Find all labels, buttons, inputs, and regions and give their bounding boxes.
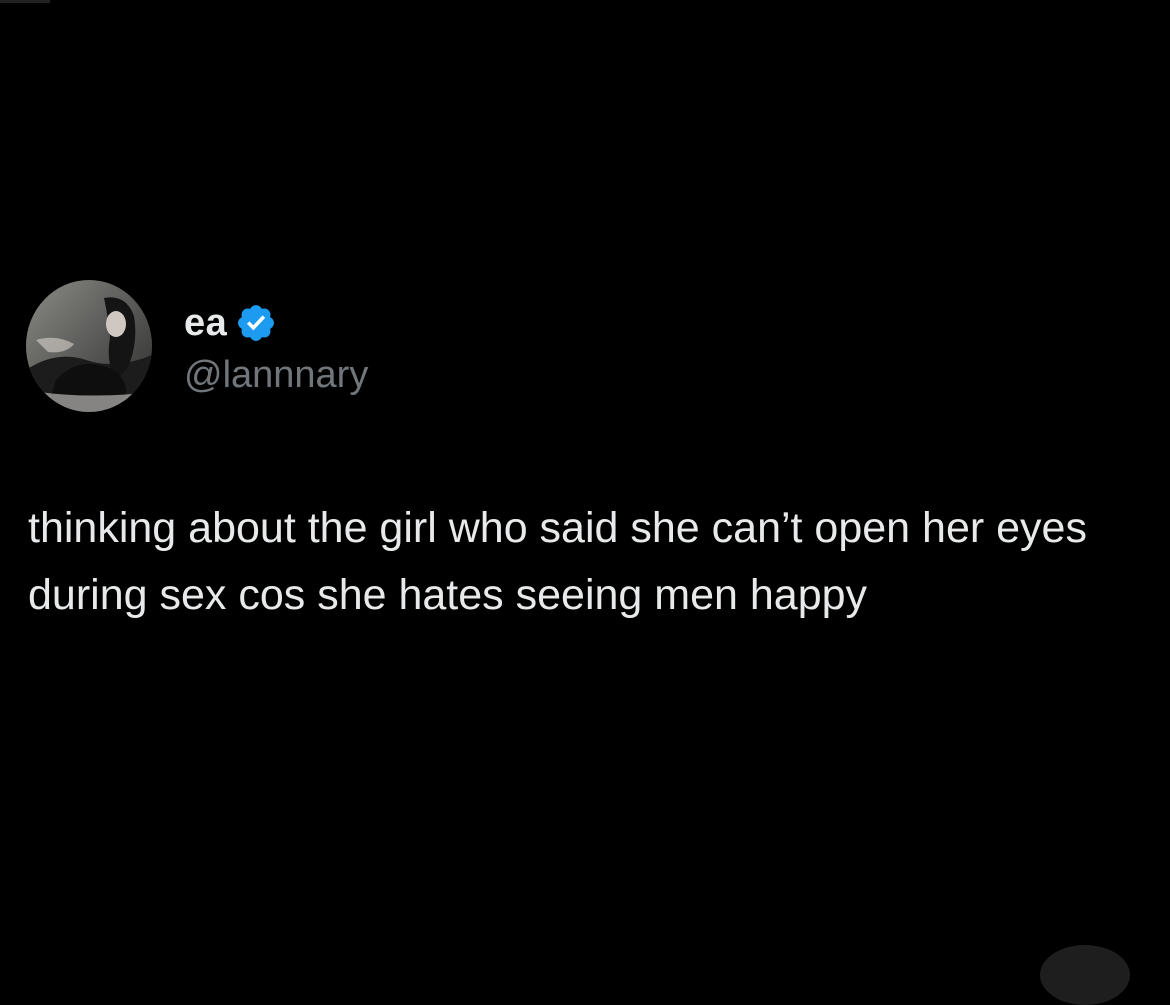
tweet-header: ea @lannnary xyxy=(26,280,368,412)
name-row: ea xyxy=(184,298,368,348)
tweet-card: ea @lannnary thinking about the girl who… xyxy=(0,0,1170,1005)
author-identity: ea @lannnary xyxy=(184,298,368,394)
corner-circle-artifact xyxy=(1040,945,1130,1005)
avatar[interactable] xyxy=(26,280,152,412)
tweet-text: thinking about the girl who said she can… xyxy=(28,504,1099,619)
verified-badge-icon[interactable] xyxy=(235,302,277,344)
top-edge-divider xyxy=(0,0,50,3)
user-handle[interactable]: @lannnary xyxy=(184,356,368,394)
display-name[interactable]: ea xyxy=(184,304,227,342)
avatar-photo-icon xyxy=(26,280,152,412)
